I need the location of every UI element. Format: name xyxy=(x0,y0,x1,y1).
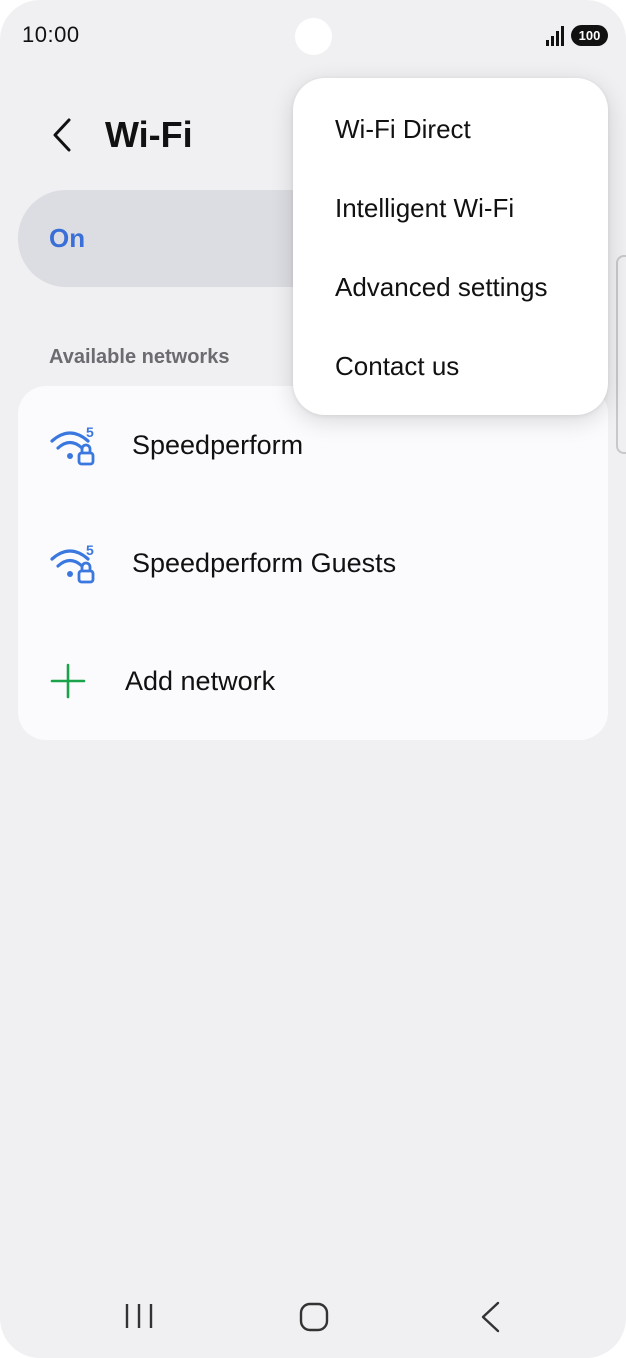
network-name: Speedperform xyxy=(132,429,304,460)
svg-text:5: 5 xyxy=(86,542,94,558)
phone-screen: 10:00 100 Wi-Fi On Available networks 5 xyxy=(0,0,626,1358)
toggle-label: On xyxy=(49,223,86,253)
cellular-signal-icon xyxy=(546,26,564,46)
networks-list: 5 Speedperform 5 Speedperform Guests Add… xyxy=(18,386,608,740)
menu-item-label: Contact us xyxy=(335,351,460,381)
battery-indicator: 100 xyxy=(571,25,608,46)
chevron-left-icon xyxy=(53,118,71,152)
wifi-5ghz-locked-icon: 5 xyxy=(50,542,95,584)
menu-item-intelligent-wifi[interactable]: Intelligent Wi-Fi xyxy=(293,169,608,248)
menu-item-label: Wi-Fi Direct xyxy=(335,114,471,144)
front-camera-cutout xyxy=(295,18,332,55)
add-network-label: Add network xyxy=(125,665,276,696)
menu-item-label: Advanced settings xyxy=(335,272,548,302)
svg-text:5: 5 xyxy=(86,424,94,440)
edge-panel-handle[interactable] xyxy=(616,255,626,454)
menu-item-label: Intelligent Wi-Fi xyxy=(335,193,515,223)
recents-icon[interactable] xyxy=(119,1296,159,1336)
network-name: Speedperform Guests xyxy=(132,547,397,578)
add-network-button[interactable]: Add network xyxy=(18,622,608,740)
wifi-5ghz-locked-icon: 5 xyxy=(50,424,95,466)
menu-item-wifi-direct[interactable]: Wi-Fi Direct xyxy=(293,90,608,169)
menu-item-contact-us[interactable]: Contact us xyxy=(293,327,608,406)
menu-item-advanced-settings[interactable]: Advanced settings xyxy=(293,248,608,327)
home-icon[interactable] xyxy=(293,1296,335,1338)
page-title: Wi-Fi xyxy=(105,114,193,155)
back-icon[interactable] xyxy=(470,1296,510,1338)
section-title-available-networks: Available networks xyxy=(49,346,230,368)
network-item-speedperform-guests[interactable]: 5 Speedperform Guests xyxy=(18,504,608,622)
plus-icon xyxy=(50,663,86,699)
back-button[interactable] xyxy=(40,110,84,160)
status-time: 10:00 xyxy=(22,22,80,47)
overflow-menu: Wi-Fi Direct Intelligent Wi-Fi Advanced … xyxy=(293,78,608,415)
